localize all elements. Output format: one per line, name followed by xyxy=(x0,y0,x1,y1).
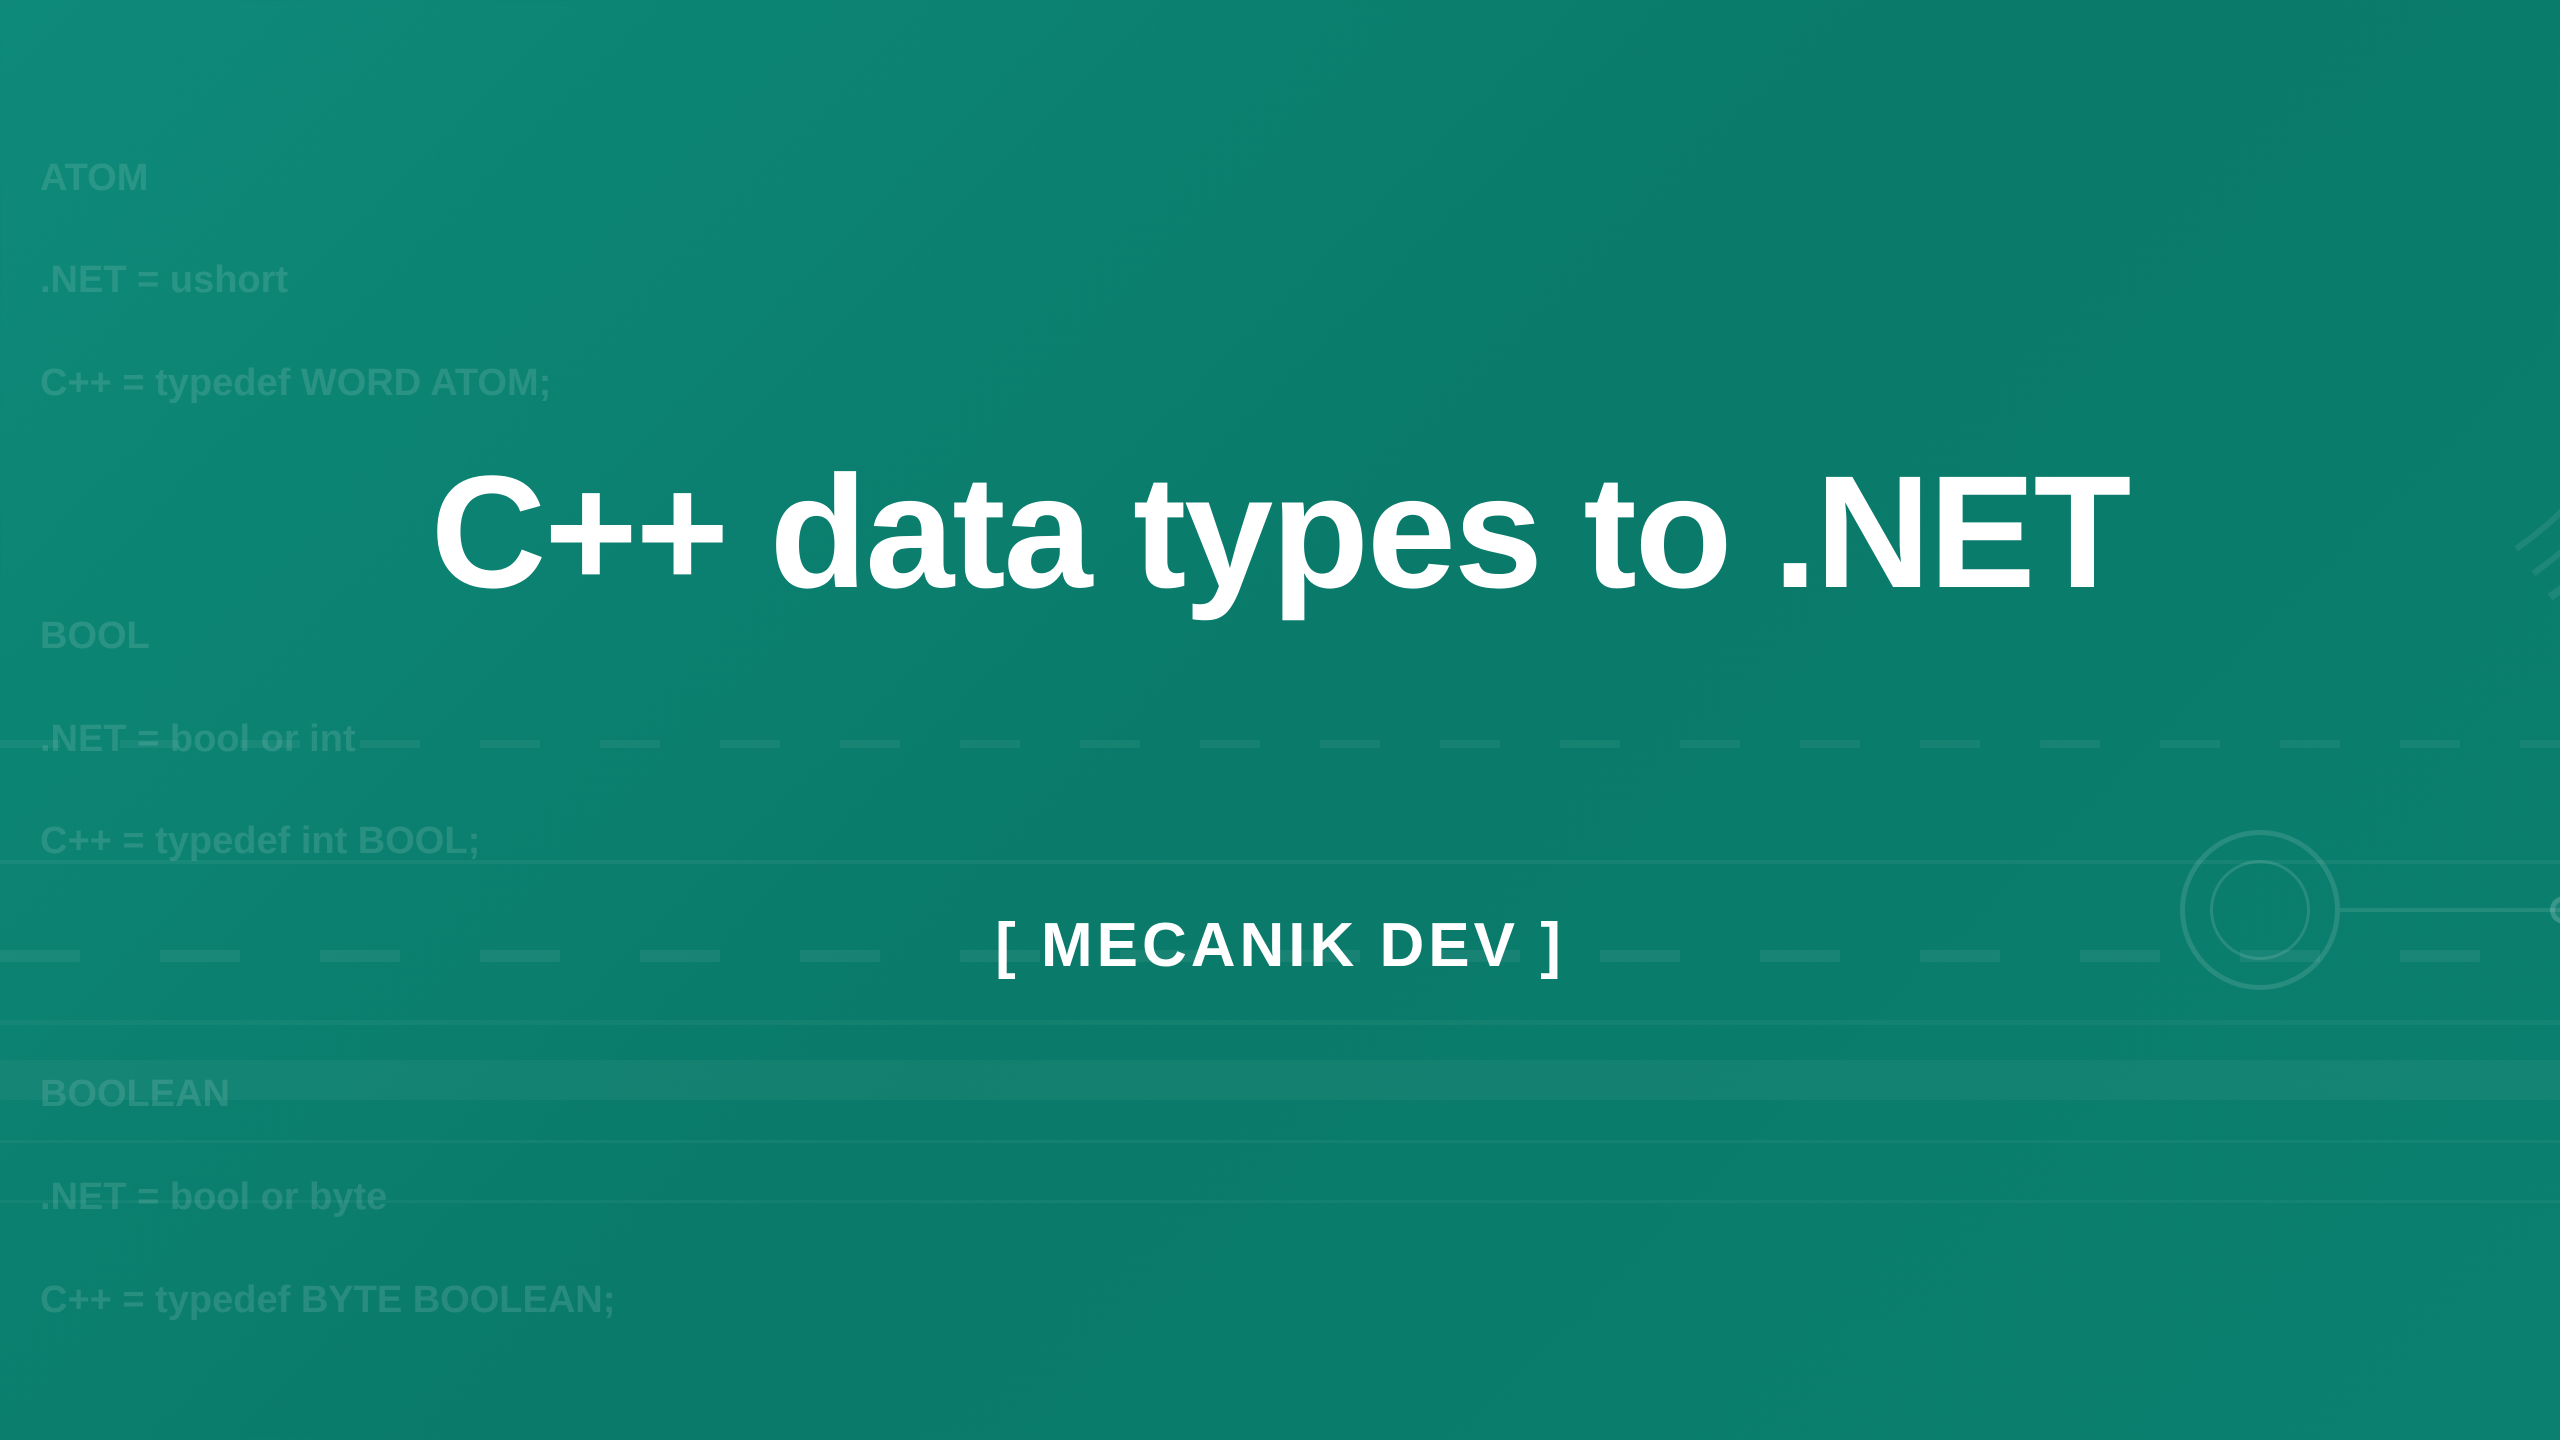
main-title: C++ data types to .NET xyxy=(0,440,2560,624)
net-mapping: .NET = bool or byte xyxy=(40,1172,2520,1223)
decorative-band xyxy=(0,1140,2560,1143)
subtitle: [ MECANIK DEV ] xyxy=(0,910,2560,981)
decorative-band xyxy=(0,740,2560,748)
decorative-band xyxy=(0,860,2560,864)
type-mapping-block: ATOM .NET = ushort C++ = typedef WORD AT… xyxy=(40,101,2520,460)
decorative-band xyxy=(0,1060,2560,1100)
cpp-mapping: C++ = typedef BYTE BOOLEAN; xyxy=(40,1275,2520,1326)
decorative-band xyxy=(0,1200,2560,1203)
background-code-text: ATOM .NET = ushort C++ = typedef WORD AT… xyxy=(40,50,2520,1410)
net-mapping: .NET = ushort xyxy=(40,255,2520,306)
decorative-band xyxy=(0,1020,2560,1025)
type-name: ATOM xyxy=(40,153,2520,204)
cpp-mapping: C++ = typedef WORD ATOM; xyxy=(40,358,2520,409)
